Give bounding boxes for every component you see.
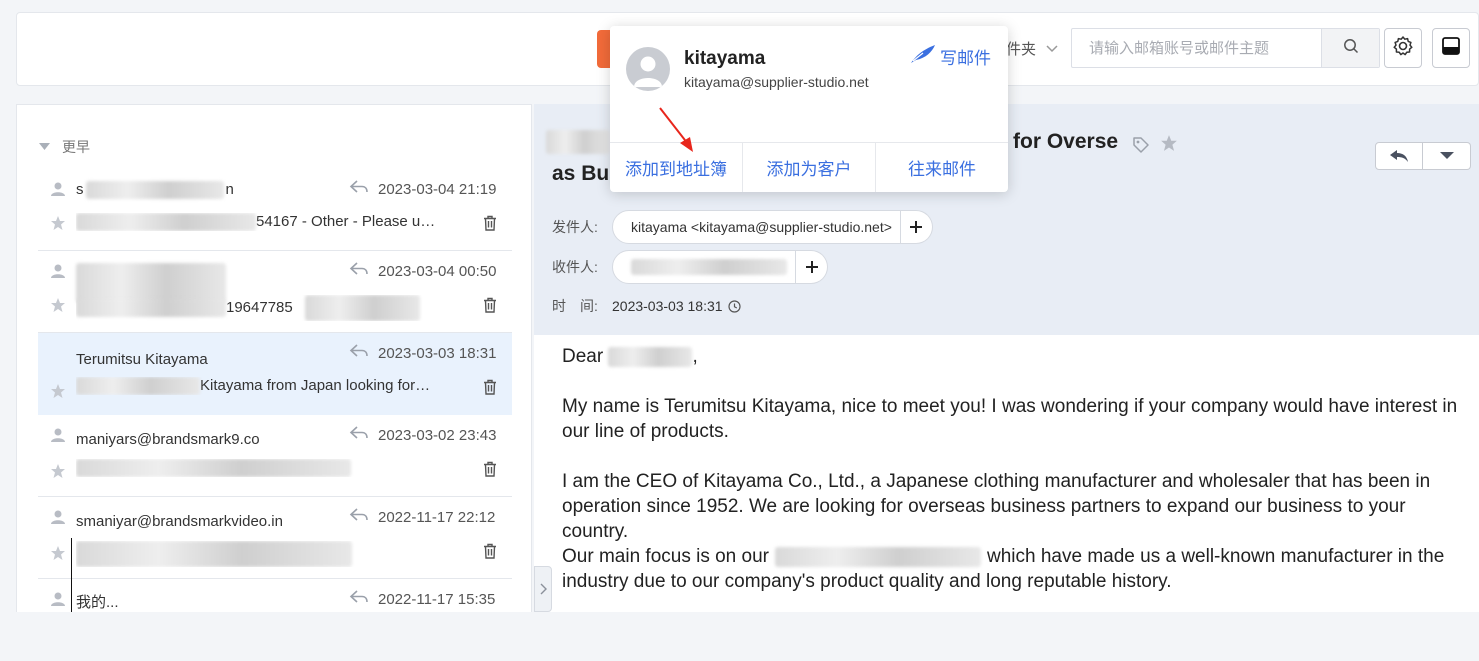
mail-body: Dear , My name is Terumitsu Kitayama, ni…	[562, 344, 1462, 619]
trash-icon[interactable]	[483, 297, 497, 318]
clock-icon	[727, 299, 741, 313]
mail-preview: Kitayama from Japan looking for…	[76, 377, 456, 396]
sender-name: maniyars@brandsmark9.co	[76, 431, 260, 448]
list-item[interactable]: 我的... 2022-11-17 15:35	[38, 579, 512, 661]
history-mail-button[interactable]: 往来邮件	[876, 143, 1008, 192]
from-label: 发件人:	[552, 219, 598, 235]
reply-button[interactable]	[1375, 142, 1423, 170]
list-item[interactable]: maniyars@brandsmark9.co 2023-03-02 23:43	[38, 415, 512, 497]
feather-icon	[910, 44, 936, 69]
star-icon[interactable]	[50, 215, 66, 236]
time-row: 时 间: 2023-03-03 18:31	[552, 296, 741, 316]
greeting-line: Dear ,	[562, 346, 698, 367]
person-icon	[50, 427, 66, 448]
chevron-down-icon	[1046, 40, 1058, 57]
add-as-customer-button[interactable]: 添加为客户	[743, 143, 876, 192]
to-chip[interactable]	[612, 250, 796, 284]
star-icon[interactable]	[50, 383, 66, 404]
write-mail-label: 写邮件	[940, 49, 991, 68]
trash-icon[interactable]	[483, 461, 497, 482]
trash-icon[interactable]	[483, 379, 497, 400]
trash-icon[interactable]	[483, 215, 497, 236]
sender-name: smaniyar@brandsmarkvideo.in	[76, 513, 283, 530]
replied-icon	[349, 343, 369, 364]
to-label: 收件人:	[552, 259, 598, 275]
time-value: 2023-03-03 18:31	[612, 298, 723, 314]
folder-select[interactable]: 件夹	[1006, 28, 1070, 68]
collapse-panel-handle[interactable]	[534, 566, 552, 612]
from-row: 发件人: kitayama <kitayama@supplier-studio.…	[552, 210, 933, 244]
replied-icon	[349, 179, 369, 200]
layout-icon	[1441, 36, 1461, 61]
reply-button-group	[1375, 142, 1471, 170]
star-icon[interactable]	[1160, 134, 1178, 157]
sender-name: Terumitsu Kitayama	[76, 351, 208, 368]
time-label: 时 间:	[552, 298, 598, 314]
body-paragraph-3: Our main focus is on our which have made …	[562, 546, 1445, 592]
mail-preview: 19647785	[76, 295, 456, 321]
add-sender-button[interactable]	[900, 210, 933, 244]
search-icon	[1343, 38, 1359, 59]
contact-email: kitayama@supplier-studio.net	[684, 74, 869, 90]
person-icon	[50, 591, 66, 612]
list-item[interactable]: smaniyar@brandsmarkvideo.in 2022-11-17 2…	[38, 497, 512, 579]
group-header[interactable]: 更早	[39, 137, 90, 157]
star-icon[interactable]	[50, 463, 66, 484]
annotation-arrow	[659, 107, 693, 152]
person-icon	[50, 509, 66, 530]
to-row: 收件人:	[552, 250, 828, 284]
mail-preview: 54167 - Other - Please u…	[76, 213, 456, 232]
person-icon	[50, 263, 66, 284]
write-mail-button[interactable]: 写邮件	[910, 44, 991, 69]
star-icon[interactable]	[50, 545, 66, 566]
replied-icon	[349, 507, 369, 528]
group-header-label: 更早	[62, 139, 90, 155]
text-cursor	[71, 538, 72, 612]
trash-icon[interactable]	[483, 543, 497, 564]
reply-more-dropdown[interactable]	[1423, 142, 1471, 170]
gear-icon	[1392, 35, 1414, 62]
mail-time: 2023-03-04 00:50	[378, 263, 497, 280]
star-icon[interactable]	[50, 297, 66, 318]
layout-toggle-button[interactable]	[1432, 28, 1470, 68]
mail-time: 2022-11-17 15:35	[378, 591, 496, 608]
sender-name: sn	[76, 181, 234, 200]
chevron-right-icon	[540, 583, 547, 595]
mail-time: 2023-03-02 23:43	[378, 427, 497, 444]
caret-down-icon	[1439, 152, 1454, 159]
mail-time: 2023-03-03 18:31	[378, 345, 497, 362]
plus-icon	[805, 261, 818, 273]
search-input[interactable]	[1072, 29, 1322, 67]
search-button[interactable]	[1321, 29, 1379, 67]
mail-time: 2023-03-04 21:19	[378, 181, 497, 198]
subject-fragment: for Overse	[1013, 130, 1119, 153]
replied-icon	[349, 425, 369, 446]
body-paragraph-1: My name is Terumitsu Kitayama, nice to m…	[562, 396, 1458, 442]
body-paragraph-2: I am the CEO of Kitayama Co., Ltd., a Ja…	[562, 471, 1431, 542]
settings-button[interactable]	[1384, 28, 1422, 68]
replied-icon	[349, 261, 369, 282]
folder-select-label: 件夹	[1006, 40, 1037, 58]
reply-icon	[1390, 150, 1408, 162]
from-chip[interactable]: kitayama <kitayama@supplier-studio.net>	[612, 210, 901, 244]
mail-preview	[76, 541, 456, 567]
person-icon	[50, 181, 66, 202]
caret-down-icon	[39, 143, 50, 150]
list-item-selected[interactable]: Terumitsu Kitayama 2023-03-03 18:31 Kita…	[38, 333, 512, 415]
contact-name: kitayama	[684, 48, 766, 69]
sender-name: 我的...	[76, 594, 119, 611]
replied-icon	[349, 589, 369, 610]
list-item[interactable]: 2023-03-04 00:50 19647785	[38, 251, 512, 333]
plus-icon	[910, 221, 923, 233]
tag-icon[interactable]	[1132, 136, 1150, 159]
add-recipient-button[interactable]	[796, 250, 828, 284]
search-box	[1071, 28, 1380, 68]
contact-avatar	[626, 47, 670, 91]
mail-preview	[76, 459, 456, 478]
mail-time: 2022-11-17 22:12	[378, 509, 496, 526]
mail-list-panel: 更早 sn 2023-03-04 21:19 54167 - Other - P…	[16, 104, 532, 612]
subject-line-1	[546, 130, 610, 155]
list-item[interactable]: sn 2023-03-04 21:19 54167 - Other - Plea…	[38, 169, 512, 251]
